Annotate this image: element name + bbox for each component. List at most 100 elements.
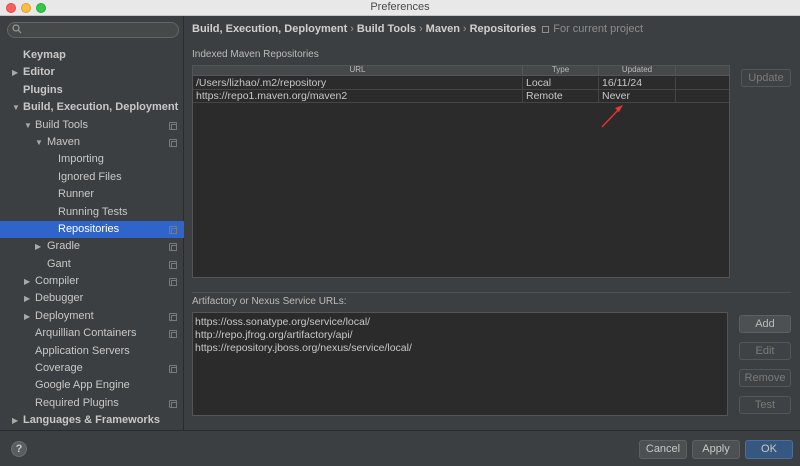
indexed-repositories-label: Indexed Maven Repositories	[192, 49, 319, 60]
add-url-button[interactable]: Add	[739, 315, 791, 333]
collapse-arrow-icon[interactable]: ▶	[12, 64, 18, 81]
settings-tree: Keymap ▶ Editor Plugins ▼ Build, Execution, D…	[0, 47, 184, 430]
breadcrumb-item: Repositories	[469, 23, 537, 35]
sidebar-item[interactable]: ▶ Deployment	[0, 308, 184, 325]
expand-arrow-icon[interactable]: ▼	[12, 99, 20, 116]
list-item[interactable]: https://repository.jboss.org/nexus/servi…	[195, 342, 727, 355]
remove-url-button[interactable]: Remove	[739, 369, 791, 387]
cell-url: /Users/lizhao/.m2/repository	[193, 77, 523, 90]
test-url-button[interactable]: Test	[739, 396, 791, 414]
help-button[interactable]: ?	[11, 441, 27, 457]
sidebar-item-label: Keymap	[23, 49, 66, 61]
sidebar-item-label: Running Tests	[58, 205, 128, 218]
sidebar-item-label: Build, Execution, Deployment	[23, 101, 179, 114]
breadcrumb-separator: ›	[462, 23, 467, 35]
sidebar-item[interactable]: Running Tests	[0, 204, 184, 221]
project-scope-icon	[169, 260, 177, 269]
cell-url: https://repo1.maven.org/maven2	[193, 90, 523, 103]
sidebar-item[interactable]: Runner	[0, 186, 184, 203]
expand-arrow-icon[interactable]: ▼	[35, 134, 43, 151]
collapse-arrow-icon[interactable]: ▶	[24, 290, 30, 307]
project-scope-icon	[169, 225, 177, 234]
sidebar-item[interactable]: ▼ Build, Execution, Deployment	[0, 99, 184, 116]
cell-updated: 16/11/24	[599, 77, 676, 90]
edit-url-button[interactable]: Edit	[739, 342, 791, 360]
sidebar-item-label: Plugins	[23, 83, 63, 96]
sidebar-item[interactable]: Plugins	[0, 82, 184, 99]
cell-type: Local	[523, 77, 599, 90]
settings-search-input[interactable]	[7, 22, 179, 38]
sidebar-item[interactable]: Application Servers	[0, 343, 184, 360]
update-button[interactable]: Update	[741, 69, 791, 87]
search-icon	[12, 24, 22, 34]
cancel-button[interactable]: Cancel	[639, 440, 687, 459]
sidebar-item[interactable]: ▶ Debugger	[0, 290, 184, 307]
title-bar: Preferences	[0, 0, 800, 16]
project-scope-icon	[169, 243, 177, 252]
apply-button[interactable]: Apply	[692, 440, 740, 459]
table-row[interactable]: https://repo1.maven.org/maven2 Remote Ne…	[193, 90, 729, 103]
sidebar-item[interactable]: ▶ Compiler	[0, 273, 184, 290]
indexed-repositories-table[interactable]: URL Type Updated /Users/lizhao/.m2/repos…	[192, 65, 730, 278]
sidebar-item[interactable]: ▶ Gradle	[0, 238, 184, 255]
breadcrumb-separator: ›	[419, 23, 423, 35]
sidebar-item-label: Editor	[23, 66, 55, 79]
sidebar-item-label: Google App Engine	[35, 379, 130, 392]
project-scope-icon	[169, 312, 177, 321]
settings-sidebar: Keymap ▶ Editor Plugins ▼ Build, Execution, D…	[0, 16, 184, 430]
sidebar-item[interactable]: Required Plugins	[0, 395, 184, 412]
window-title: Preferences	[370, 1, 430, 13]
column-header-type[interactable]: Type	[523, 65, 599, 75]
column-header-updated[interactable]: Updated	[599, 65, 676, 75]
project-scope-note: For current project	[553, 23, 644, 35]
sidebar-item[interactable]: Importing	[0, 151, 184, 168]
sidebar-item-label: Runner	[58, 188, 95, 201]
sidebar-item-label: Compiler	[35, 275, 80, 288]
breadcrumb-item: Build Tools	[356, 23, 416, 35]
project-scope-icon	[169, 399, 177, 408]
sidebar-item-label: Languages & Frameworks	[23, 414, 160, 427]
collapse-arrow-icon[interactable]: ▶	[12, 412, 18, 429]
sidebar-item-label: Debugger	[35, 292, 84, 305]
breadcrumb-item: Build, Execution, Deployment	[192, 23, 348, 35]
dialog-footer: ? Cancel Apply OK	[0, 430, 800, 466]
sidebar-item-label: Importing	[58, 153, 104, 166]
repositories-panel: Build, Execution, Deployment › Build Tools…	[185, 16, 800, 430]
sidebar-item[interactable]: Coverage	[0, 360, 184, 377]
service-urls-list[interactable]: https://oss.sonatype.org/service/local/ …	[192, 312, 728, 416]
artifactory-label: Artifactory or Nexus Service URLs:	[192, 296, 347, 307]
sidebar-item[interactable]: ▶ Editor	[0, 64, 184, 81]
sidebar-item[interactable]: Gant	[0, 256, 184, 273]
collapse-arrow-icon[interactable]: ▶	[24, 273, 30, 290]
ok-button[interactable]: OK	[745, 440, 793, 459]
sidebar-item[interactable]: Google App Engine	[0, 377, 184, 394]
project-scope-icon	[169, 121, 177, 130]
table-header: URL Type Updated	[193, 65, 729, 76]
collapse-arrow-icon[interactable]: ▶	[24, 308, 30, 325]
sidebar-item-label: Repositories	[58, 222, 120, 235]
list-item[interactable]: https://oss.sonatype.org/service/local/	[195, 316, 727, 329]
table-row[interactable]: /Users/lizhao/.m2/repository Local 16/11…	[193, 77, 729, 90]
breadcrumb-separator: ›	[350, 23, 354, 35]
sidebar-item-label: Deployment	[35, 309, 94, 322]
project-scope-icon	[169, 278, 177, 287]
sidebar-item[interactable]: Repositories	[0, 220, 184, 239]
sidebar-item-label: Coverage	[35, 362, 83, 375]
sidebar-item-label: Arquillian Containers	[35, 327, 137, 340]
sidebar-item-label: Required Plugins	[35, 396, 119, 409]
column-header-url[interactable]: URL	[193, 65, 523, 75]
sidebar-item[interactable]: Ignored Files	[0, 169, 184, 186]
project-scope-icon	[169, 330, 177, 339]
sidebar-item-label: Gant	[47, 257, 71, 270]
sidebar-item[interactable]: ▼ Maven	[0, 134, 184, 151]
list-item[interactable]: http://repo.jfrog.org/artifactory/api/	[195, 329, 727, 342]
expand-arrow-icon[interactable]: ▼	[24, 117, 32, 134]
sidebar-item[interactable]: Keymap	[0, 47, 184, 64]
sidebar-item[interactable]: ▶ Languages & Frameworks	[0, 412, 184, 429]
sidebar-item-label: Build Tools	[35, 118, 88, 131]
project-scope-icon	[169, 138, 177, 147]
annotation-arrow-icon	[601, 105, 623, 128]
sidebar-item[interactable]: ▼ Build Tools	[0, 117, 184, 134]
collapse-arrow-icon[interactable]: ▶	[35, 238, 41, 255]
sidebar-item[interactable]: Arquillian Containers	[0, 325, 184, 342]
